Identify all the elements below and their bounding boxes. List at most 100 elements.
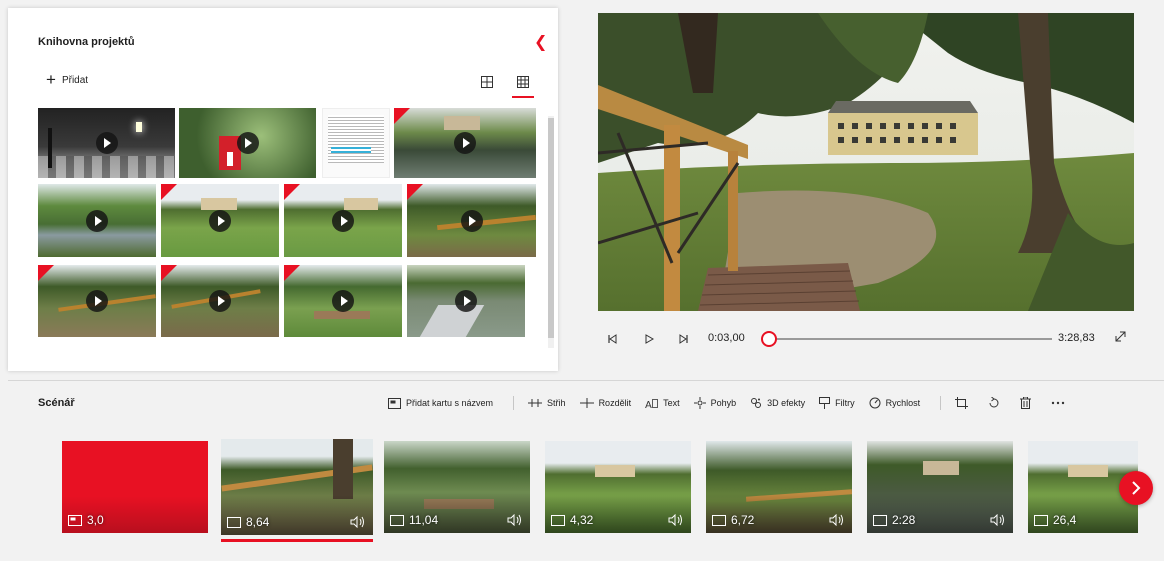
media-thumbnail[interactable]: [322, 108, 390, 178]
previous-frame-button[interactable]: [606, 332, 618, 350]
3d-effects-button[interactable]: 3D efekty: [750, 397, 805, 409]
filters-label: Filtry: [835, 398, 855, 408]
add-title-card-button[interactable]: Přidat kartu s názvem: [388, 397, 494, 409]
delete-button[interactable]: [1020, 397, 1032, 409]
rotate-button[interactable]: [988, 397, 1000, 409]
clip-duration-label: 4,32: [570, 513, 594, 527]
play-icon: [209, 209, 231, 232]
seek-handle[interactable]: [761, 331, 778, 347]
scroll-storyboard-right-button[interactable]: [1119, 471, 1153, 505]
toolbar-separator: [513, 396, 515, 410]
scrollbar-thumb[interactable]: [548, 118, 554, 338]
project-library-panel: Knihovna projektů ❮ + Přidat: [8, 8, 558, 371]
audio-icon[interactable]: [668, 514, 684, 526]
trim-button[interactable]: Střih: [528, 398, 566, 408]
storyboard-title: Scénář: [38, 397, 75, 409]
media-thumbnail[interactable]: [394, 108, 536, 178]
storyboard-clip[interactable]: 6,72: [706, 441, 852, 533]
audio-icon[interactable]: [350, 516, 366, 528]
3d-effects-icon: [751, 398, 762, 408]
storyboard-clip[interactable]: 11,04: [384, 441, 530, 533]
step-forward-icon: [679, 334, 688, 344]
clip-duration-label: 11,04: [409, 513, 439, 527]
storyboard-clip[interactable]: 2:28: [867, 441, 1013, 533]
step-back-icon: [608, 334, 617, 344]
video-preview[interactable]: [598, 13, 1134, 311]
view-toggle: [476, 72, 534, 98]
media-thumbnail[interactable]: [407, 184, 536, 257]
title-card-icon: [68, 514, 82, 526]
split-button[interactable]: Rozdělit: [579, 398, 632, 408]
storyboard-divider: [8, 380, 1164, 381]
selected-clip-indicator: [221, 539, 373, 542]
media-thumbnail[interactable]: [284, 265, 402, 337]
audio-icon[interactable]: [829, 514, 845, 526]
video-clip-icon: [712, 514, 726, 526]
play-icon: [332, 290, 354, 312]
media-thumbnail[interactable]: [161, 265, 279, 337]
collapse-library-icon[interactable]: ❮: [534, 32, 547, 52]
resize-button[interactable]: [955, 397, 969, 409]
small-thumbnails-view-button[interactable]: [512, 72, 534, 98]
add-media-button[interactable]: + Přidat: [46, 70, 88, 89]
text-icon: A: [645, 398, 658, 409]
more-options-button[interactable]: [1051, 401, 1065, 405]
title-card-icon: [388, 397, 401, 409]
total-duration: 3:28,83: [1058, 332, 1095, 344]
more-icon: [1051, 401, 1065, 405]
split-label: Rozdělit: [598, 398, 632, 408]
seek-bar[interactable]: [761, 331, 1052, 347]
large-thumbnails-view-button[interactable]: [476, 72, 498, 92]
rotate-icon: [989, 397, 999, 408]
play-icon: [86, 209, 108, 232]
video-clip-icon: [390, 514, 404, 526]
clip-duration: 26,4: [1034, 513, 1076, 527]
media-thumbnail[interactable]: [284, 184, 402, 257]
toolbar-separator: [940, 396, 942, 410]
media-thumbnail[interactable]: [179, 108, 316, 178]
plus-icon: +: [46, 70, 56, 89]
expand-icon: [1115, 331, 1126, 342]
play-icon: [454, 132, 476, 154]
library-title: Knihovna projektů: [38, 36, 135, 48]
add-title-card-label: Přidat kartu s názvem: [406, 398, 494, 408]
audio-icon[interactable]: [507, 514, 523, 526]
audio-icon[interactable]: [990, 514, 1006, 526]
crop-icon: [955, 397, 969, 409]
play-button[interactable]: [643, 332, 655, 350]
text-label: Text: [663, 398, 680, 408]
speed-button[interactable]: Rychlost: [869, 397, 920, 409]
storyboard-clip[interactable]: 4,32: [545, 441, 691, 533]
filters-button[interactable]: Filtry: [819, 397, 855, 409]
play-icon: [455, 290, 477, 312]
motion-icon: [693, 397, 706, 409]
media-thumbnail[interactable]: [38, 265, 156, 337]
trash-icon: [1020, 397, 1032, 409]
media-thumbnail[interactable]: [38, 184, 156, 257]
media-thumbnail[interactable]: [161, 184, 279, 257]
library-media-grid: [38, 108, 536, 342]
motion-button[interactable]: Pohyb: [693, 397, 737, 409]
video-clip-icon: [873, 514, 887, 526]
speed-icon: [869, 397, 881, 409]
trim-icon: [528, 399, 543, 407]
motion-label: Pohyb: [710, 398, 737, 408]
next-frame-button[interactable]: [678, 332, 690, 350]
media-thumbnail[interactable]: [407, 265, 525, 337]
library-scrollbar[interactable]: [548, 116, 554, 348]
used-in-project-marker: [38, 265, 54, 281]
media-thumbnail[interactable]: [38, 108, 175, 178]
3d-effects-label: 3D efekty: [767, 398, 806, 408]
trim-label: Střih: [547, 398, 566, 408]
storyboard-clip[interactable]: 8,64: [221, 439, 373, 535]
grid-small-icon: [517, 76, 529, 88]
clip-duration: 3,0: [68, 513, 104, 527]
fullscreen-button[interactable]: [1114, 330, 1127, 348]
storyboard-clip-title-card[interactable]: 3,0: [62, 441, 208, 533]
grid-large-icon: [481, 76, 493, 88]
clip-duration: 2:28: [873, 513, 915, 527]
split-icon: [579, 398, 594, 408]
current-time: 0:03,00: [708, 332, 745, 344]
clip-duration-label: 3,0: [87, 513, 104, 527]
text-button[interactable]: A Text: [645, 398, 680, 409]
